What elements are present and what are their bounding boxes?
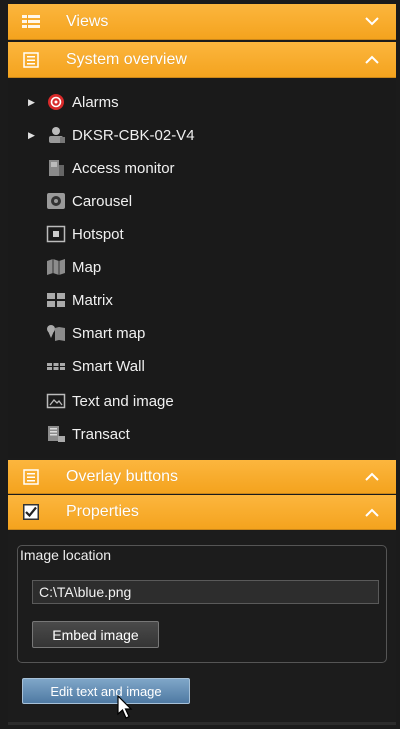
views-list-icon xyxy=(22,14,40,30)
embed-image-button[interactable]: Embed image xyxy=(32,621,159,648)
image-location-field[interactable]: C:\TA\blue.png xyxy=(32,580,379,604)
views-panel-header[interactable]: Views xyxy=(8,4,396,40)
tree-item-label: DKSR-CBK-02-V4 xyxy=(72,126,195,144)
hotspot-icon xyxy=(46,225,66,243)
image-location-label: Image location xyxy=(20,547,112,563)
expand-arrow-icon[interactable]: ▶ xyxy=(28,130,38,141)
system-overview-tree: ▶ Alarms ▶ DKSR-CBK-02-V4 Access monitor… xyxy=(8,78,396,458)
tree-item-hotspot[interactable]: Hotspot xyxy=(46,219,124,249)
tree-item-label: Access monitor xyxy=(72,159,175,177)
views-title: Views xyxy=(66,12,109,30)
properties-panel-header[interactable]: Properties xyxy=(8,495,396,530)
tree-item-label: Hotspot xyxy=(72,225,124,243)
smart-wall-icon xyxy=(46,357,66,375)
properties-panel: Image location C:\TA\blue.png Embed imag… xyxy=(8,531,396,721)
system-overview-panel-header[interactable]: System overview xyxy=(8,42,396,78)
tree-item-label: Text and image xyxy=(72,392,174,410)
document-list-icon xyxy=(22,468,40,485)
tree-item-carousel[interactable]: Carousel xyxy=(46,186,132,216)
text-image-icon xyxy=(46,392,66,410)
bottom-divider xyxy=(8,722,396,725)
document-list-icon xyxy=(22,51,40,68)
mouse-cursor-icon xyxy=(117,694,133,724)
tree-item-server[interactable]: ▶ DKSR-CBK-02-V4 xyxy=(28,120,195,150)
chevron-up-icon[interactable] xyxy=(362,55,382,64)
tree-item-smart-map[interactable]: Smart map xyxy=(46,318,145,348)
map-icon xyxy=(46,258,66,276)
tree-item-label: Smart map xyxy=(72,324,146,342)
carousel-icon xyxy=(46,192,66,210)
server-icon xyxy=(46,126,66,144)
tree-item-label: Alarms xyxy=(72,93,119,111)
tree-item-map[interactable]: Map xyxy=(46,252,101,282)
tree-item-label: Map xyxy=(72,258,102,276)
access-monitor-icon xyxy=(46,159,66,177)
chevron-down-icon[interactable] xyxy=(362,17,382,26)
tree-item-matrix[interactable]: Matrix xyxy=(46,285,113,315)
tree-item-text-and-image[interactable]: Text and image xyxy=(46,386,174,416)
chevron-up-icon[interactable] xyxy=(362,472,382,481)
matrix-icon xyxy=(46,291,66,309)
checkbox-checked-icon[interactable] xyxy=(22,504,40,520)
smart-map-icon xyxy=(46,324,66,342)
tree-item-label: Transact xyxy=(72,425,130,443)
tree-item-smart-wall[interactable]: Smart Wall xyxy=(46,351,145,381)
tree-item-transact[interactable]: Transact xyxy=(46,419,130,449)
tree-item-alarms[interactable]: ▶ Alarms xyxy=(28,87,119,117)
system-overview-title: System overview xyxy=(66,50,187,68)
tree-item-label: Matrix xyxy=(72,291,113,309)
overlay-buttons-panel-header[interactable]: Overlay buttons xyxy=(8,460,396,494)
edit-text-and-image-button[interactable]: Edit text and image xyxy=(22,678,190,704)
chevron-up-icon[interactable] xyxy=(362,508,382,517)
properties-title: Properties xyxy=(66,503,139,520)
tree-item-label: Smart Wall xyxy=(72,357,145,375)
alarm-icon xyxy=(46,93,66,111)
transact-icon xyxy=(46,425,66,443)
tree-item-label: Carousel xyxy=(72,192,133,210)
tree-item-access-monitor[interactable]: Access monitor xyxy=(46,153,175,183)
overlay-buttons-title: Overlay buttons xyxy=(66,467,179,485)
expand-arrow-icon[interactable]: ▶ xyxy=(28,97,38,108)
